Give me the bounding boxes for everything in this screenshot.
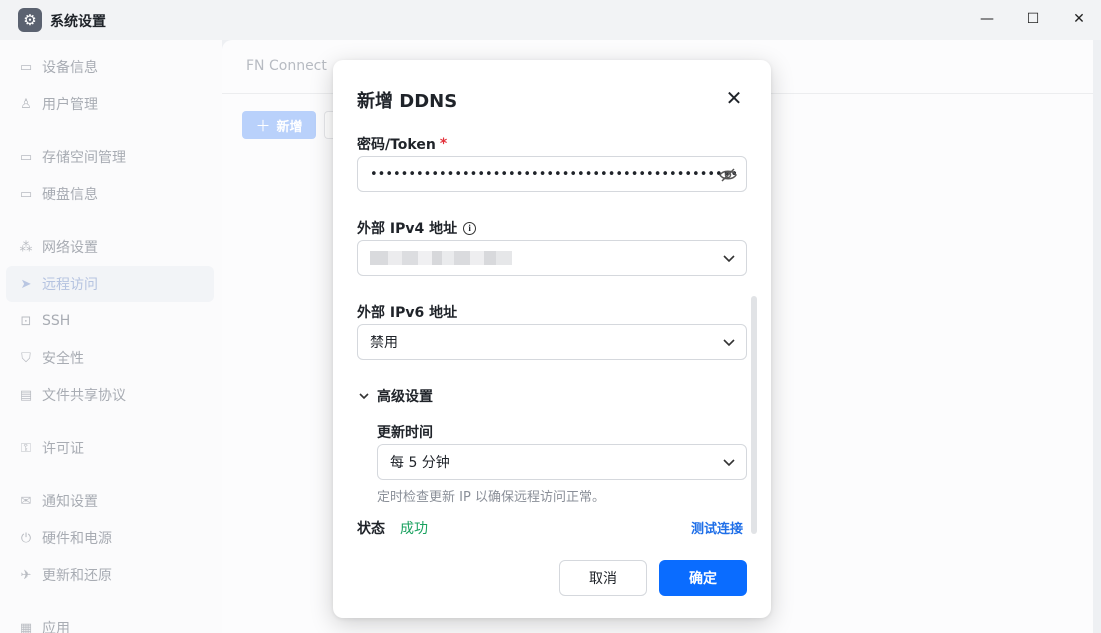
dialog-title: 新增 DDNS <box>357 91 458 112</box>
sidebar-item-label: 硬盘信息 <box>42 187 98 203</box>
chevron-down-icon <box>723 339 735 347</box>
sidebar-item-disk[interactable]: ▭ 硬盘信息 <box>6 176 214 212</box>
ipv6-select[interactable]: 禁用 <box>357 324 747 360</box>
eye-off-icon[interactable] <box>718 165 738 185</box>
sidebar-item-label: SSH <box>42 313 71 329</box>
token-label-text: 密码/Token <box>357 137 436 153</box>
sidebar-item-security[interactable]: ⛉ 安全性 <box>6 340 214 376</box>
sidebar-item-label: 存储空间管理 <box>42 150 126 166</box>
advanced-settings-toggle[interactable]: 高级设置 <box>357 386 433 406</box>
network-icon: ⁂ <box>19 239 33 255</box>
add-ddns-dialog: 新增 DDNS ✕ 密码/Token * •••••••••••••••••••… <box>333 60 771 618</box>
sidebar-item-label: 更新和还原 <box>42 568 112 584</box>
close-window-button[interactable]: ✕ <box>1064 6 1094 32</box>
update-time-select[interactable]: 每 5 分钟 <box>377 444 747 480</box>
rocket-icon: ✈ <box>20 567 32 583</box>
tab-fn-connect[interactable]: FN Connect <box>246 58 327 74</box>
sidebar-item-label: 硬件和电源 <box>42 531 112 547</box>
file-icon: ▤ <box>19 387 33 403</box>
power-icon: ⏻ <box>20 530 32 546</box>
update-time-value: 每 5 分钟 <box>390 455 450 471</box>
ipv6-value: 禁用 <box>370 335 398 351</box>
add-button[interactable]: ＋ 新增 <box>242 111 316 139</box>
test-connection-link[interactable]: 测试连接 <box>691 518 743 537</box>
sidebar-item-users[interactable]: ♙ 用户管理 <box>6 86 214 122</box>
ipv4-select[interactable] <box>357 240 747 276</box>
sidebar-item-ssh[interactable]: ⊡ SSH <box>6 303 214 339</box>
sidebar-item-label: 远程访问 <box>42 277 98 293</box>
shield-icon: ⛉ <box>21 350 31 366</box>
mail-icon: ✉ <box>20 493 32 509</box>
sidebar-item-label: 网络设置 <box>42 240 98 256</box>
cancel-button[interactable]: 取消 <box>559 560 647 596</box>
token-value: ••••••••••••••••••••••••••••••••••••••••… <box>370 166 739 182</box>
chevron-down-icon <box>359 393 369 400</box>
dialog-scrollbar[interactable] <box>751 296 757 534</box>
required-mark: * <box>439 136 448 152</box>
maximize-button[interactable]: ☐ <box>1018 6 1048 32</box>
sidebar-item-file-sharing[interactable]: ▤ 文件共享协议 <box>6 377 214 413</box>
confirm-button[interactable]: 确定 <box>659 560 747 596</box>
title-bar: ⚙ 系统设置 — ☐ ✕ <box>0 0 1101 40</box>
user-icon: ♙ <box>20 96 32 112</box>
chevron-down-icon <box>723 255 735 263</box>
ipv4-label: 外部 IPv4 地址 i <box>357 218 477 238</box>
sidebar-item-label: 安全性 <box>42 351 84 367</box>
disk-icon: ▭ <box>19 186 33 202</box>
status-label: 状态 <box>357 521 385 537</box>
sidebar-item-device-info[interactable]: ▭ 设备信息 <box>6 49 214 85</box>
status-value: 成功 <box>400 521 428 537</box>
close-icon[interactable]: ✕ <box>723 88 745 110</box>
token-input[interactable]: ••••••••••••••••••••••••••••••••••••••••… <box>357 156 747 192</box>
add-button-label: 新增 <box>276 119 303 135</box>
update-time-hint: 定时检查更新 IP 以确保远程访问正常。 <box>377 490 605 505</box>
sidebar-item-label: 许可证 <box>42 441 84 457</box>
info-icon[interactable]: i <box>463 221 477 235</box>
plus-icon: ＋ <box>255 116 271 135</box>
send-icon: ➤ <box>20 276 32 292</box>
ipv6-label: 外部 IPv6 地址 <box>357 305 458 321</box>
key-icon: ⚿ <box>21 440 31 456</box>
minimize-button[interactable]: — <box>972 6 1002 32</box>
sidebar-item-label: 用户管理 <box>42 97 98 113</box>
token-label: 密码/Token * <box>357 134 447 154</box>
settings-app-icon: ⚙ <box>18 8 42 32</box>
sidebar-item-label: 设备信息 <box>42 60 98 76</box>
sidebar-item-label: 应用 <box>42 621 70 633</box>
sidebar-item-storage[interactable]: ▭ 存储空间管理 <box>6 139 214 175</box>
storage-icon: ▭ <box>19 149 33 165</box>
sidebar-item-remote-access[interactable]: ➤ 远程访问 <box>6 266 214 302</box>
sidebar: ▭ 设备信息 ♙ 用户管理 ▭ 存储空间管理 ▭ 硬盘信息 ⁂ 网络设置 ➤ 远… <box>0 40 222 633</box>
window-title: 系统设置 <box>50 14 106 30</box>
advanced-settings-label: 高级设置 <box>377 389 433 405</box>
sidebar-item-network[interactable]: ⁂ 网络设置 <box>6 229 214 265</box>
sidebar-item-label: 通知设置 <box>42 494 98 510</box>
sidebar-item-license[interactable]: ⚿ 许可证 <box>6 430 214 466</box>
sidebar-item-label: 文件共享协议 <box>42 388 126 404</box>
ipv4-value-redacted <box>370 251 512 265</box>
code-icon: ⊡ <box>20 313 32 329</box>
monitor-icon: ▭ <box>19 59 33 75</box>
sidebar-item-apps[interactable]: ▦ 应用 <box>6 610 214 633</box>
update-time-label: 更新时间 <box>377 425 433 441</box>
ipv4-label-text: 外部 IPv4 地址 <box>357 221 458 237</box>
sidebar-item-hardware-power[interactable]: ⏻ 硬件和电源 <box>6 520 214 556</box>
sidebar-item-update-restore[interactable]: ✈ 更新和还原 <box>6 557 214 593</box>
chevron-down-icon <box>723 459 735 467</box>
app-icon: ▦ <box>19 620 33 633</box>
sidebar-item-notifications[interactable]: ✉ 通知设置 <box>6 483 214 519</box>
